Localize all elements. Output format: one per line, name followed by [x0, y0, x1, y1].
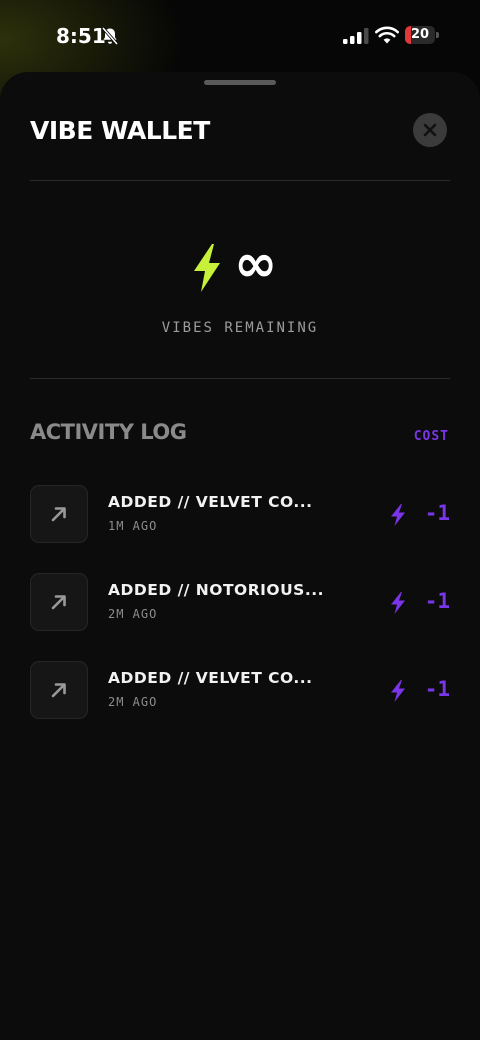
lightning-bolt-icon [391, 504, 405, 526]
activity-title: ADDED // NOTORIOUS... [108, 581, 324, 599]
close-icon [423, 123, 437, 137]
screen: 8:51 20 VIBE WALLET ∞ VIBES REMAINING AC… [0, 0, 480, 1040]
activity-time: 2M AGO [108, 607, 158, 621]
activity-title: ADDED // VELVET CO... [108, 493, 313, 511]
cellular-signal-icon [343, 28, 369, 44]
activity-time: 2M AGO [108, 695, 158, 709]
lightning-bolt-icon [194, 244, 220, 292]
activity-row[interactable]: ADDED // VELVET CO... 1M AGO -1 [30, 485, 450, 545]
arrow-up-right-icon [51, 507, 66, 522]
activity-cost: -1 [424, 501, 450, 525]
arrow-up-right-icon [51, 595, 66, 610]
status-time: 8:51 [56, 24, 106, 48]
balance-value: ∞ [234, 234, 278, 294]
battery-level: 20 [410, 27, 430, 42]
activity-icon-box [30, 573, 88, 631]
activity-icon-box [30, 661, 88, 719]
bell-slash-icon [101, 26, 119, 46]
divider [30, 180, 450, 181]
sheet-grabber[interactable] [204, 80, 276, 85]
activity-icon-box [30, 485, 88, 543]
activity-cost: -1 [424, 589, 450, 613]
vibe-wallet-sheet: VIBE WALLET ∞ VIBES REMAINING ACTIVITY L… [0, 72, 480, 1040]
activity-row[interactable]: ADDED // NOTORIOUS... 2M AGO -1 [30, 573, 450, 633]
battery-icon: 20 [405, 26, 435, 44]
wifi-icon [375, 26, 399, 44]
activity-time: 1M AGO [108, 519, 158, 533]
activity-title: ADDED // VELVET CO... [108, 669, 313, 687]
arrow-up-right-icon [51, 683, 66, 698]
divider [30, 378, 450, 379]
lightning-bolt-icon [391, 592, 405, 614]
activity-row[interactable]: ADDED // VELVET CO... 2M AGO -1 [30, 661, 450, 721]
status-bar: 8:51 20 [0, 0, 480, 72]
activity-log-title: ACTIVITY LOG [30, 420, 187, 444]
activity-cost: -1 [424, 677, 450, 701]
balance-label: VIBES REMAINING [161, 320, 319, 336]
lightning-bolt-icon [391, 680, 405, 702]
vibe-balance: ∞ [0, 234, 480, 296]
cost-column-header: COST [413, 429, 449, 444]
sheet-title: VIBE WALLET [30, 116, 210, 145]
close-button[interactable] [413, 113, 447, 147]
battery-tip [436, 32, 439, 38]
